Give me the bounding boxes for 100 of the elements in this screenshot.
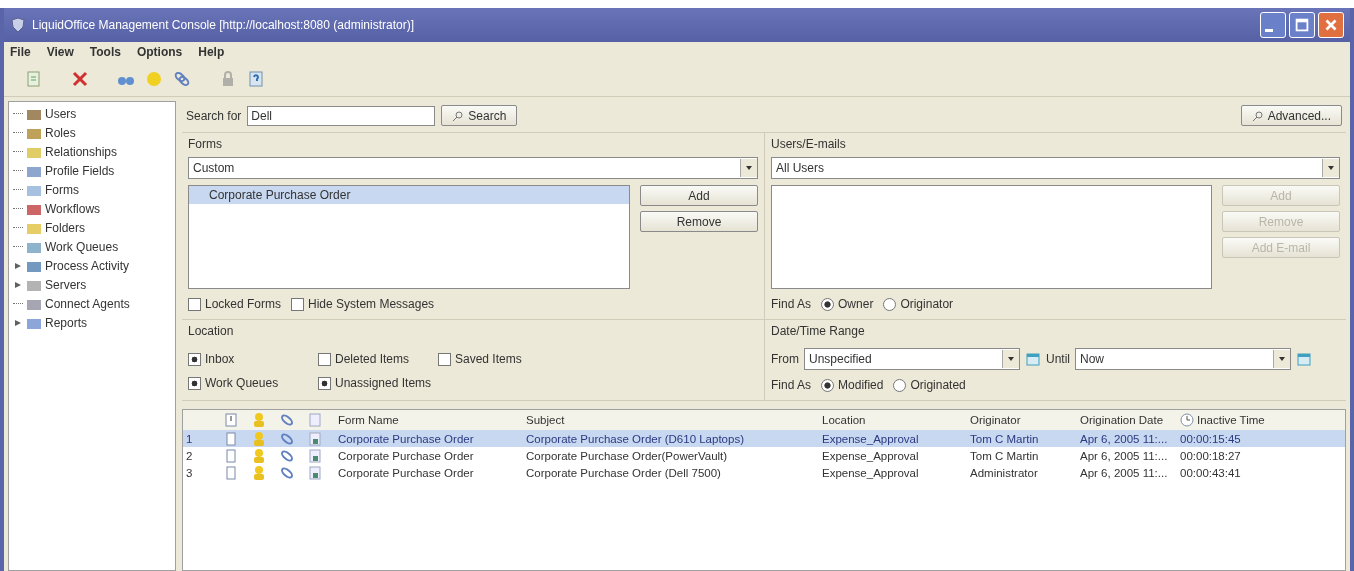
from-dropdown[interactable]: Unspecified	[804, 348, 1020, 370]
tree-item[interactable]: Workflows	[45, 201, 101, 216]
until-label: Until	[1046, 352, 1070, 366]
document-icon	[223, 447, 239, 464]
checkbox-label: Inbox	[205, 352, 235, 366]
checkbox[interactable]	[438, 352, 451, 366]
menu-item[interactable]: Help	[198, 45, 225, 59]
maximize-button[interactable]	[1289, 12, 1315, 38]
calendar-icon[interactable]	[1296, 351, 1312, 367]
checkbox[interactable]	[188, 297, 201, 311]
until-dropdown[interactable]: Now	[1075, 348, 1291, 370]
table-cell-text: 00:00:18:27	[1179, 449, 1242, 462]
row-number: 3	[185, 466, 194, 479]
radio-label: Modified	[838, 378, 884, 392]
radio-button[interactable]	[883, 297, 897, 311]
table-cell-text: Tom C Martin	[969, 432, 1040, 445]
menu-item[interactable]: View	[46, 45, 74, 59]
list-action-button[interactable]: Remove	[640, 211, 758, 232]
menu-item[interactable]: File	[10, 45, 31, 59]
minimize-button[interactable]	[1260, 12, 1286, 38]
search-label: Search for	[186, 108, 242, 123]
expand-handle-icon[interactable]	[13, 317, 23, 328]
table-cell-text: Apr 6, 2005 11:...	[1079, 432, 1169, 445]
tree-item[interactable]: Process Activity	[45, 258, 130, 273]
radio-label: Originator	[900, 297, 954, 311]
table-cell-text: Expense_Approval	[821, 432, 920, 445]
column-header[interactable]: Subject	[523, 414, 819, 426]
search-button[interactable]: Search	[441, 105, 518, 126]
table-cell-text: Expense_Approval	[821, 466, 920, 479]
radio-button[interactable]	[821, 297, 835, 311]
expand-handle-icon[interactable]	[13, 279, 23, 290]
clock-icon	[1180, 413, 1194, 427]
table-cell-text: 00:00:15:45	[1179, 432, 1242, 445]
forms-dropdown[interactable]: Custom	[188, 157, 758, 179]
tree-item[interactable]: Roles	[45, 125, 76, 140]
close-button[interactable]	[1318, 12, 1344, 38]
priority-icon[interactable]	[223, 412, 239, 428]
document-icon	[223, 430, 239, 447]
table-cell-text: 00:00:43:41	[1179, 466, 1242, 479]
checkbox[interactable]	[291, 297, 305, 311]
radio-button[interactable]	[893, 378, 907, 392]
column-header[interactable]: Inactive Time	[1177, 413, 1345, 427]
table-row[interactable]: 1 Corporate Purchase Order Corporate Purchase Order (D610 Laptops) Expense_Approval Tom C Martin Apr 6, 2005 11:... 00:00:15:45	[183, 430, 1345, 447]
list-action-button[interactable]: Add	[640, 185, 758, 206]
from-label: From	[771, 352, 799, 366]
tree-item[interactable]: Work Queues	[45, 239, 119, 254]
link-icon[interactable]	[172, 69, 192, 89]
attachment-icon[interactable]	[279, 412, 295, 428]
delete-icon[interactable]	[70, 69, 90, 89]
tree-item[interactable]: Servers	[45, 277, 87, 292]
column-header[interactable]: Location	[819, 414, 967, 426]
search-icon	[452, 109, 465, 122]
section-title: Users/E-mails	[771, 137, 847, 151]
search-icon	[1251, 109, 1264, 122]
tree-item[interactable]: Connect Agents	[45, 296, 130, 311]
column-header[interactable]: Origination Date	[1077, 414, 1177, 426]
table-row[interactable]: 2 Corporate Purchase Order Corporate Purchase Order(PowerVault) Expense_Approval Tom C Martin Apr 6, 2005 11:... 00:00:18:27	[183, 447, 1345, 464]
radio-label: Owner	[838, 297, 874, 311]
column-header[interactable]: Originator	[967, 414, 1077, 426]
search-field[interactable]: Dell	[247, 105, 436, 126]
row-number: 1	[185, 432, 194, 445]
help-icon[interactable]	[246, 69, 266, 89]
tree-item[interactable]: Forms	[45, 182, 79, 197]
checkbox-label: Deleted Items	[335, 352, 410, 366]
section-title: Location	[188, 324, 235, 338]
checkbox[interactable]	[318, 376, 331, 390]
table-cell-text: Apr 6, 2005 11:...	[1079, 466, 1169, 479]
table-cell-text: Corporate Purchase Order	[337, 449, 475, 462]
table-cell-text: Tom C Martin	[969, 449, 1040, 462]
menu-item[interactable]: Tools	[89, 45, 121, 59]
users-dropdown[interactable]: All Users	[771, 157, 1340, 179]
find-as-label: Find As	[771, 378, 812, 392]
checkbox-label: Locked Forms	[205, 297, 282, 311]
table-cell-text: Corporate Purchase Order (D610 Laptops)	[525, 432, 745, 445]
checkbox-label: Unassigned Items	[335, 376, 432, 390]
tree-item[interactable]: Users	[45, 106, 77, 121]
table-row[interactable]: 3 Corporate Purchase Order Corporate Purchase Order (Dell 7500) Expense_Approval Administrator Apr 6, 2005 11:... 00:00:43:41	[183, 464, 1345, 481]
tree-item[interactable]: Reports	[45, 315, 88, 330]
checkbox-label: Work Queues	[205, 376, 279, 390]
table-cell-text: Administrator	[969, 466, 1039, 479]
shield-icon	[10, 17, 26, 33]
tree-item[interactable]: Profile Fields	[45, 163, 115, 178]
calendar-icon[interactable]	[1025, 351, 1041, 367]
checkbox[interactable]	[188, 376, 201, 390]
radio-button[interactable]	[821, 378, 835, 392]
tree-item[interactable]: Relationships	[45, 144, 118, 159]
window-title: LiquidOffice Management Console [http://localhost:8080 (administrator)]	[32, 18, 415, 32]
menu-item[interactable]: Options	[136, 45, 183, 59]
column-header[interactable]: Form Name	[335, 414, 523, 426]
checkbox[interactable]	[188, 352, 201, 366]
document-icon	[307, 430, 323, 447]
tree-item[interactable]: Folders	[45, 220, 85, 235]
checkbox-label: Hide System Messages	[308, 297, 435, 311]
section-title: Date/Time Range	[771, 324, 866, 338]
maximize-icon	[1293, 16, 1311, 34]
document-icon	[307, 447, 323, 464]
advanced-button[interactable]: Advanced...	[1240, 105, 1342, 126]
list-item[interactable]: Corporate Purchase Order	[189, 186, 629, 204]
expand-handle-icon[interactable]	[13, 260, 23, 271]
checkbox[interactable]	[318, 352, 331, 366]
